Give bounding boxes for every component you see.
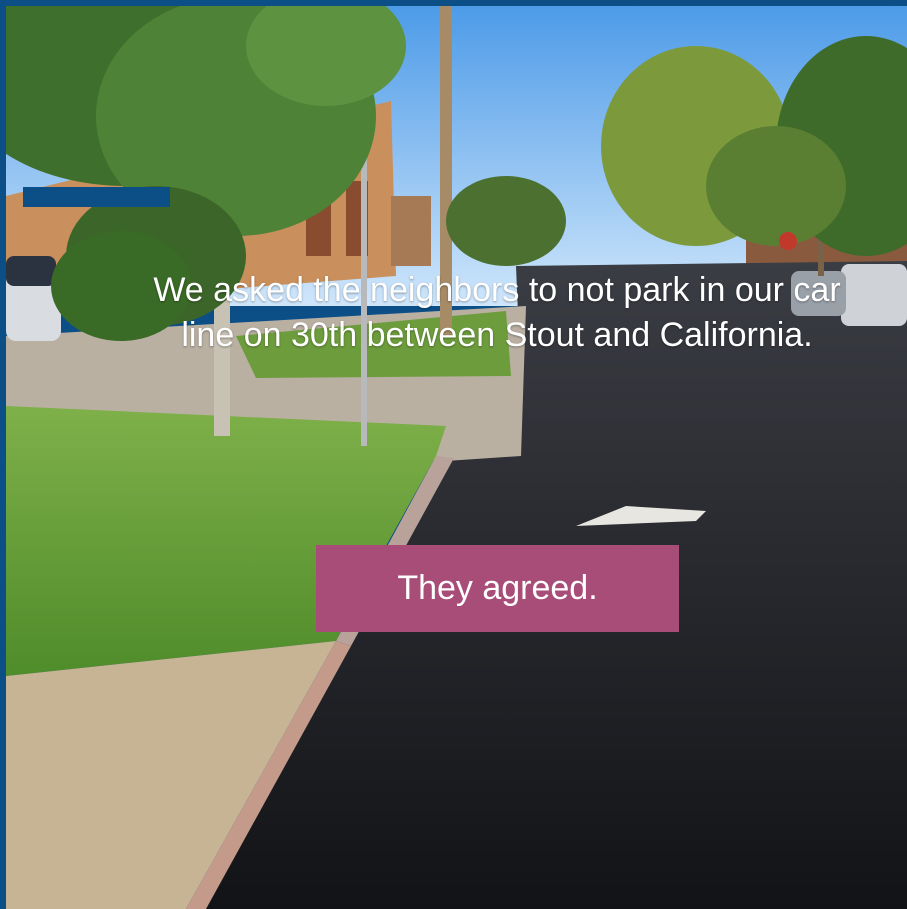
stop-sign — [779, 232, 797, 250]
slide: We asked the neighbors to not park in ou… — [6, 6, 907, 909]
callout-text: They agreed. — [397, 569, 598, 607]
street-photo — [6, 6, 907, 909]
callout-box: They agreed. — [316, 545, 679, 632]
accent-bar — [23, 187, 170, 207]
slide-caption: We asked the neighbors to not park in ou… — [153, 271, 841, 354]
